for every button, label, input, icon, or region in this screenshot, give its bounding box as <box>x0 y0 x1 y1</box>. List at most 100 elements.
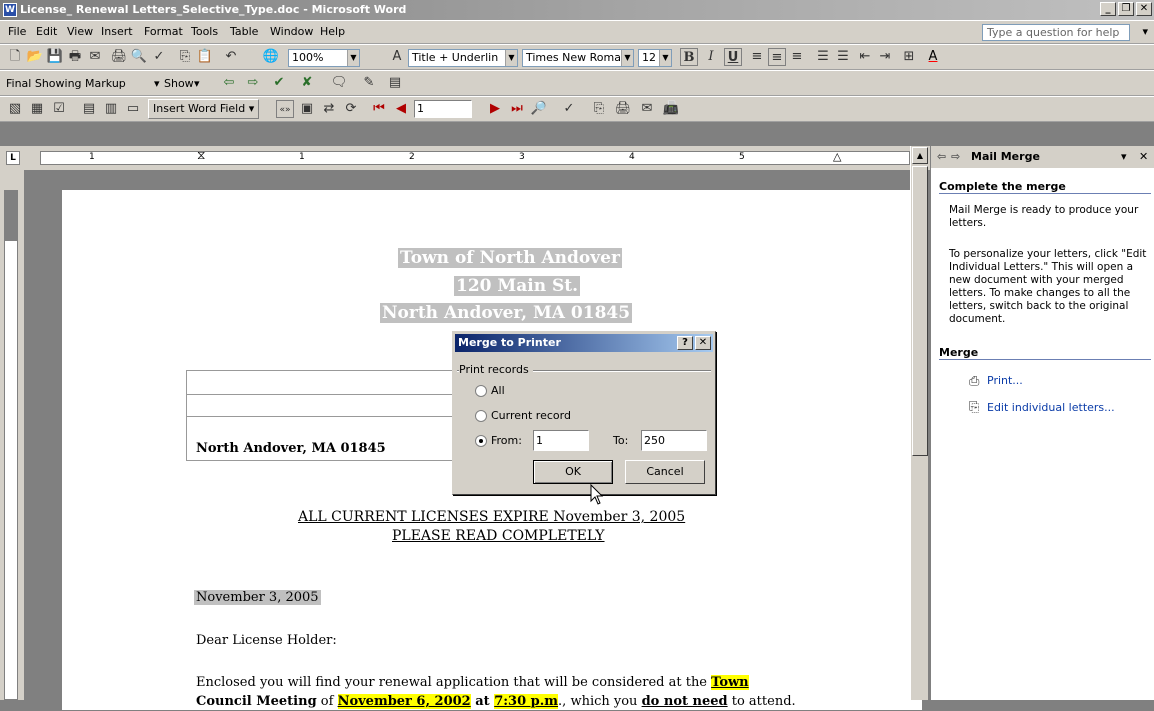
style-select[interactable]: Title + Underlin ▼ <box>408 49 518 67</box>
forward-arrow-icon[interactable]: ⇨ <box>951 146 960 168</box>
insert-greeting-line-icon[interactable]: ▥ <box>102 100 120 118</box>
print-preview-icon[interactable]: 🔍 <box>130 48 148 66</box>
radio-current-record-label[interactable]: Current record <box>491 409 571 422</box>
menu-help[interactable]: Help <box>320 25 345 38</box>
close-icon[interactable]: ✕ <box>1139 146 1148 168</box>
help-search-input[interactable]: Type a question for help <box>982 24 1130 41</box>
zoom-select[interactable]: 100% ▼ <box>288 49 360 67</box>
italic-icon[interactable]: I <box>702 48 720 66</box>
accept-change-icon[interactable]: ✔ <box>270 74 288 92</box>
word-app-icon[interactable]: W <box>3 3 17 17</box>
find-entry-icon[interactable]: 🔎 <box>530 100 548 118</box>
last-record-icon[interactable]: ⏭ <box>508 100 526 118</box>
menu-tools[interactable]: Tools <box>191 25 218 38</box>
minimize-button[interactable]: _ <box>1100 2 1116 16</box>
dialog-close-button[interactable]: ✕ <box>695 336 711 350</box>
numbering-icon[interactable]: ☰ <box>814 48 832 66</box>
bold-icon[interactable]: B <box>680 48 698 66</box>
bullets-icon[interactable]: ☰ <box>834 48 852 66</box>
markup-select[interactable]: Final Showing Markup <box>6 77 126 90</box>
help-button[interactable]: ? <box>677 336 693 350</box>
insert-merge-fields-icon[interactable]: ▭ <box>124 100 142 118</box>
open-data-source-icon[interactable]: ▦ <box>28 100 46 118</box>
right-indent-marker[interactable]: △ <box>833 150 841 163</box>
mail-merge-recipients-icon[interactable]: ☑ <box>50 100 68 118</box>
menu-table[interactable]: Table <box>230 25 258 38</box>
propagate-labels-icon[interactable]: ⟳ <box>342 100 360 118</box>
check-errors-icon[interactable]: ✓ <box>560 100 578 118</box>
next-change-icon[interactable]: ⇨ <box>244 74 262 92</box>
menu-edit[interactable]: Edit <box>36 25 57 38</box>
previous-change-icon[interactable]: ⇦ <box>220 74 238 92</box>
decrease-indent-icon[interactable]: ⇤ <box>856 48 874 66</box>
align-right-icon[interactable]: ≡ <box>788 48 806 66</box>
cancel-button[interactable]: Cancel <box>625 460 705 484</box>
styles-pane-icon[interactable]: A <box>388 48 406 66</box>
edit-individual-letters-link[interactable]: Edit individual letters... <box>987 401 1115 414</box>
new-comment-icon[interactable]: 🗨 <box>330 74 348 92</box>
highlight-merge-fields-icon[interactable]: ▣ <box>298 100 316 118</box>
vertical-ruler-scale[interactable] <box>4 190 18 700</box>
view-merged-data-icon[interactable]: «» <box>276 100 294 118</box>
insert-address-block-icon[interactable]: ▤ <box>80 100 98 118</box>
print-icon[interactable]: ⎙ <box>969 374 979 389</box>
merge-to-printer-icon[interactable]: 🖨 <box>614 100 632 118</box>
merge-to-email-icon[interactable]: ✉ <box>638 100 656 118</box>
paste-icon[interactable]: 📋 <box>196 48 214 66</box>
border-icon[interactable]: ⊞ <box>900 48 918 66</box>
track-changes-icon[interactable]: ✎ <box>360 74 378 92</box>
spelling-icon[interactable]: ✓ <box>150 48 168 66</box>
save-icon[interactable]: 💾 <box>46 48 64 66</box>
menu-insert[interactable]: Insert <box>101 25 133 38</box>
underline-icon[interactable]: U <box>724 48 742 66</box>
task-pane-menu-icon[interactable]: ▾ <box>1121 146 1127 168</box>
ok-button[interactable]: OK <box>533 460 613 484</box>
go-to-record-input[interactable]: 1 <box>414 100 472 118</box>
restore-button[interactable]: ❐ <box>1118 2 1134 16</box>
close-button[interactable]: ✕ <box>1136 2 1152 16</box>
radio-from[interactable] <box>475 435 487 447</box>
merge-to-fax-icon[interactable]: 📠 <box>662 100 680 118</box>
radio-all-label[interactable]: All <box>491 384 505 397</box>
vertical-scrollbar[interactable]: ▲ <box>910 146 928 700</box>
radio-current-record[interactable] <box>475 410 487 422</box>
next-record-icon[interactable]: ▶ <box>486 100 504 118</box>
reject-change-icon[interactable]: ✘ <box>298 74 316 92</box>
print-icon[interactable]: 🖨 <box>110 48 128 66</box>
ruler-scale[interactable]: 1 1 2 3 4 5 ⧖ △ <box>40 148 910 165</box>
menu-window[interactable]: Window <box>270 25 313 38</box>
scrollbar-thumb[interactable] <box>912 166 928 456</box>
print-link[interactable]: Print... <box>987 374 1023 387</box>
email-icon[interactable]: ✉ <box>86 48 104 66</box>
scroll-up-icon[interactable]: ▲ <box>912 147 928 164</box>
menu-view[interactable]: View <box>67 25 93 38</box>
radio-from-label[interactable]: From: <box>491 434 522 447</box>
previous-record-icon[interactable]: ◀ <box>392 100 410 118</box>
indent-marker[interactable]: ⧖ <box>197 148 205 163</box>
edit-letters-icon[interactable]: ⎘ <box>969 400 979 415</box>
tab-stop-selector[interactable]: L <box>6 151 20 165</box>
font-select[interactable]: Times New Roman ▼ <box>522 49 634 67</box>
font-size-select[interactable]: 12 ▼ <box>638 49 672 67</box>
to-record-input[interactable]: 250 <box>641 430 707 451</box>
show-menu-button[interactable]: Show <box>164 77 194 90</box>
font-color-icon[interactable]: A <box>924 48 942 66</box>
research-icon[interactable]: 🌐 <box>262 48 280 66</box>
permission-icon[interactable]: 🖶 <box>66 48 84 66</box>
new-document-icon[interactable]: 🗋 <box>6 48 24 66</box>
menu-format[interactable]: Format <box>144 25 183 38</box>
open-folder-icon[interactable]: 📂 <box>26 48 44 66</box>
merge-to-new-document-icon[interactable]: ⎘ <box>590 100 608 118</box>
align-left-icon[interactable]: ≡ <box>748 48 766 66</box>
undo-icon[interactable]: ↶ <box>222 48 240 66</box>
radio-all[interactable] <box>475 385 487 397</box>
match-fields-icon[interactable]: ⇄ <box>320 100 338 118</box>
main-document-setup-icon[interactable]: ▧ <box>6 100 24 118</box>
help-dropdown-icon[interactable]: ▾ <box>1142 25 1148 38</box>
menu-file[interactable]: File <box>8 25 26 38</box>
from-record-input[interactable]: 1 <box>533 430 589 451</box>
increase-indent-icon[interactable]: ⇥ <box>876 48 894 66</box>
align-center-icon[interactable]: ≡ <box>768 48 786 66</box>
chevron-down-icon[interactable]: ▾ <box>154 77 160 90</box>
insert-word-field-button[interactable]: Insert Word Field ▾ <box>148 99 260 119</box>
